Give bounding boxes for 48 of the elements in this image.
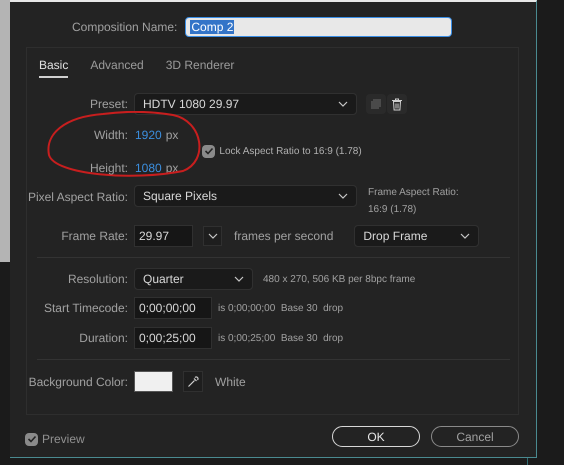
unit-label: px xyxy=(166,126,178,144)
chevron-icon xyxy=(338,101,348,107)
timecode-field[interactable]: 0;00;00;00 xyxy=(134,297,212,319)
field-label: Height: xyxy=(90,160,128,176)
chevron-icon xyxy=(208,233,218,239)
dialog-button[interactable]: OK xyxy=(332,426,420,447)
info-text: Frame Aspect Ratio: xyxy=(368,186,459,200)
color-swatch[interactable] xyxy=(134,371,173,392)
checkbox[interactable] xyxy=(202,144,216,158)
tab[interactable]: 3D Renderer xyxy=(166,56,234,78)
field-label: Frame Rate: xyxy=(61,228,128,245)
value-field[interactable]: 1080 xyxy=(135,158,162,176)
field-label: Preset: xyxy=(90,96,128,113)
unit-label: frames per second xyxy=(234,228,334,245)
field-label: Resolution: xyxy=(68,271,128,288)
checkmark-icon xyxy=(204,146,214,156)
field-label: Pixel Aspect Ratio: xyxy=(28,189,128,206)
dropdown[interactable]: HDTV 1080 29.97 xyxy=(134,93,357,115)
eyedropper-icon[interactable] xyxy=(183,371,203,392)
chevron-icon xyxy=(234,276,244,282)
value-field[interactable]: 1920 xyxy=(135,126,162,144)
field-label: Width: xyxy=(94,126,128,144)
field-label: Duration: xyxy=(79,330,128,347)
chevron-icon xyxy=(338,193,348,199)
dropdown[interactable]: Square Pixels xyxy=(134,185,357,207)
field-label: Start Timecode: xyxy=(44,300,128,317)
info-text: 480 x 270, 506 KB per 8bpc frame xyxy=(263,272,416,286)
checkbox-label: Preview xyxy=(42,431,85,448)
name-field[interactable]: Comp 2 xyxy=(185,17,452,37)
field-label: Composition Name: xyxy=(72,19,178,36)
dropdown[interactable]: Drop Frame xyxy=(354,225,480,247)
delete-icon[interactable] xyxy=(387,94,407,114)
checkbox[interactable] xyxy=(25,432,38,446)
info-text: is 0;00;25;00 Base 30 drop xyxy=(218,332,344,346)
timecode-field[interactable]: 0;00;25;00 xyxy=(134,327,212,349)
checkbox-label: Lock Aspect Ratio to 16:9 (1.78) xyxy=(219,144,362,158)
checkmark-icon xyxy=(26,434,36,444)
field-label: Background Color: xyxy=(28,374,128,390)
dialog-button[interactable]: Cancel xyxy=(431,426,519,447)
chevron-icon xyxy=(460,233,470,239)
info-text: 16:9 (1.78) xyxy=(368,203,418,217)
tab[interactable]: Advanced xyxy=(90,56,144,78)
frame-rate-field[interactable]: 29.97 xyxy=(134,225,193,247)
dropdown-button[interactable] xyxy=(203,226,222,246)
dropdown[interactable]: Quarter xyxy=(134,268,253,290)
tab[interactable]: Basic xyxy=(39,56,68,78)
info-text: is 0;00;00;00 Base 30 drop xyxy=(218,302,344,316)
color-name: White xyxy=(215,374,246,390)
